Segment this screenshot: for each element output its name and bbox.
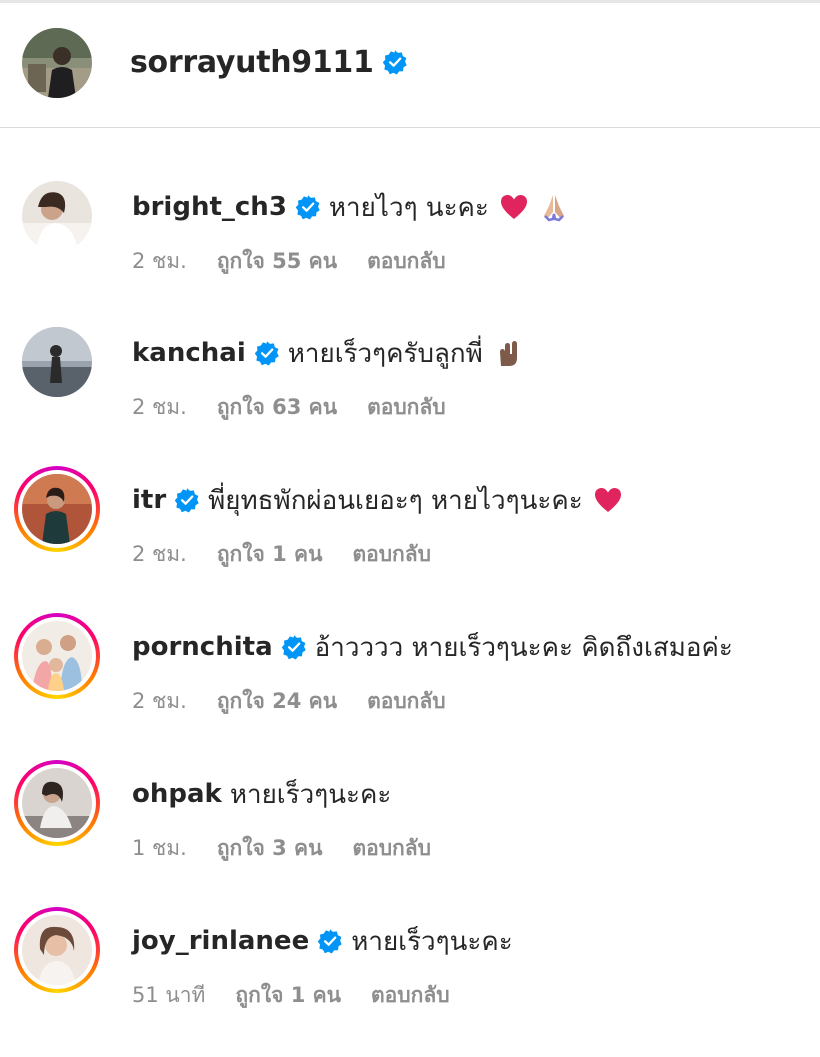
- comment-username[interactable]: ohpak: [132, 779, 222, 809]
- verified-badge-icon: [281, 635, 306, 660]
- commenter-avatar[interactable]: [22, 181, 92, 251]
- commenter-avatar[interactable]: [22, 474, 92, 544]
- reply-button[interactable]: ตอบกลับ: [367, 391, 446, 424]
- comment-item: joy_rinlanee หายเร็วๆนะคะ 51 นาที ถูกใจ …: [0, 907, 820, 1057]
- post-author-username[interactable]: sorrayuth9111: [130, 45, 374, 80]
- comment-username[interactable]: pornchita: [132, 632, 273, 662]
- post-author-avatar[interactable]: [22, 28, 92, 98]
- comment-likes[interactable]: ถูกใจ 24 คน: [217, 685, 337, 718]
- comment-item: pornchita อ้าวววว หายเร็วๆนะคะ คิดถึงเสม…: [0, 613, 820, 763]
- comment-likes[interactable]: ถูกใจ 1 คน: [217, 538, 323, 571]
- comment-text: หายเร็วๆนะคะ: [351, 926, 513, 957]
- red-heart-icon: [594, 488, 621, 512]
- rock-hand-icon: [499, 341, 517, 366]
- reply-button[interactable]: ตอบกลับ: [371, 979, 450, 1012]
- comment-item: bright_ch3 หายไวๆ นะคะ 2 ชม. ถูกใจ 55 คน…: [0, 177, 820, 323]
- commenter-avatar[interactable]: [22, 327, 92, 397]
- comment-item: kanchai หายเร็วๆครับลูกพี่ 2 ชม. ถูกใจ 6…: [0, 323, 820, 469]
- comment-username[interactable]: itr: [132, 485, 166, 515]
- comment-username[interactable]: bright_ch3: [132, 192, 287, 222]
- comment-text: หายไวๆ นะคะ: [328, 192, 489, 223]
- comment-item: ohpak หายเร็วๆนะคะ 1 ชม. ถูกใจ 3 คน ตอบก…: [0, 760, 820, 910]
- reply-button[interactable]: ตอบกลับ: [367, 245, 446, 278]
- comment-time: 2 ชม.: [132, 689, 187, 713]
- comment-text: อ้าวววว หายเร็วๆนะคะ คิดถึงเสมอค่ะ: [314, 632, 733, 663]
- verified-badge-icon: [254, 341, 279, 366]
- comment-time: 1 ชม.: [132, 836, 187, 860]
- comment-likes[interactable]: ถูกใจ 55 คน: [217, 245, 337, 278]
- comment-time: 2 ชม.: [132, 395, 187, 419]
- comment-username[interactable]: joy_rinlanee: [132, 926, 309, 956]
- verified-badge-icon: [174, 488, 199, 513]
- verified-badge-icon: [295, 195, 320, 220]
- comment-likes[interactable]: ถูกใจ 1 คน: [235, 979, 341, 1012]
- comment-text: หายเร็วๆนะคะ: [229, 779, 392, 810]
- comment-likes[interactable]: ถูกใจ 3 คน: [217, 832, 323, 865]
- reply-button[interactable]: ตอบกลับ: [352, 832, 431, 865]
- comment-username[interactable]: kanchai: [132, 338, 246, 368]
- post-author-header: sorrayuth9111: [0, 0, 820, 128]
- commenter-avatar[interactable]: [22, 768, 92, 838]
- comment-text: หายเร็วๆครับลูกพี่: [287, 338, 483, 369]
- reply-button[interactable]: ตอบกลับ: [367, 685, 446, 718]
- commenter-avatar[interactable]: [22, 621, 92, 691]
- comment-time: 2 ชม.: [132, 249, 187, 273]
- verified-badge-icon: [317, 929, 342, 954]
- verified-badge-icon: [382, 50, 407, 75]
- comment-time: 51 นาที: [132, 983, 206, 1007]
- comment-text: พี่ยุทธพักผ่อนเยอะๆ หายไวๆนะคะ: [208, 485, 583, 516]
- comment-likes[interactable]: ถูกใจ 63 คน: [217, 391, 337, 424]
- comment-item: itr พี่ยุทธพักผ่อนเยอะๆ หายไวๆนะคะ 2 ชม.…: [0, 466, 820, 616]
- reply-button[interactable]: ตอบกลับ: [352, 538, 431, 571]
- comment-time: 2 ชม.: [132, 542, 187, 566]
- red-heart-icon: [500, 195, 527, 219]
- commenter-avatar[interactable]: [22, 915, 92, 985]
- folded-hands-icon: [543, 195, 564, 222]
